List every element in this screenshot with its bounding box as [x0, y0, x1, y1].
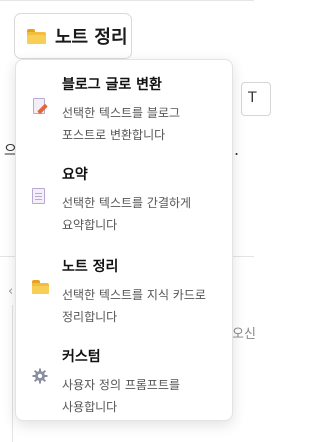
menu-item-title: 요약: [62, 167, 88, 183]
menu-item-title: 커스텀: [62, 349, 101, 365]
menu-item-title: 블로그 글로 변환: [62, 77, 162, 93]
folder-icon: [32, 280, 49, 294]
menu-item-summary[interactable]: 요약 선택한 텍스트를 간결하게 요약합니다: [16, 154, 234, 244]
menu-item-description: 선택한 텍스트를 지식 카드로 정리합니다: [62, 288, 206, 324]
background-input[interactable]: T: [241, 82, 271, 116]
dropdown-button-label: 노트 정리: [55, 27, 128, 48]
menu-item-title: 노트 정리: [62, 259, 119, 275]
menu-item-custom[interactable]: 커스텀 사용자 정의 프롬프트를 사용합니다: [16, 336, 234, 426]
top-divider: [0, 0, 254, 1]
menu-item-note-organize[interactable]: 노트 정리 선택한 텍스트를 지식 카드로 정리합니다: [16, 246, 234, 336]
menu-item-description: 선택한 텍스트를 블로그 포스트로 변환합니다: [62, 106, 181, 142]
note-organize-dropdown-button[interactable]: 노트 정리: [14, 13, 132, 59]
gear-icon: [32, 368, 48, 384]
document-pen-icon: [32, 98, 48, 116]
folder-icon: [27, 28, 46, 44]
menu-item-description: 사용자 정의 프롬프트를 사용합니다: [62, 378, 181, 414]
background-text-fragment-right: 오신: [232, 327, 256, 342]
menu-item-blog-convert[interactable]: 블로그 글로 변환 선택한 텍스트를 블로그 포스트로 변환합니다: [16, 64, 234, 154]
background-chevron-icon: ‹: [8, 284, 14, 299]
document-icon: [32, 188, 46, 205]
prompt-type-menu: 블로그 글로 변환 선택한 텍스트를 블로그 포스트로 변환합니다 요약 선택한…: [15, 59, 233, 421]
background-text-fragment-end: .: [234, 140, 240, 159]
background-panel-border: [12, 305, 13, 442]
menu-item-description: 선택한 텍스트를 간결하게 요약합니다: [62, 196, 192, 232]
